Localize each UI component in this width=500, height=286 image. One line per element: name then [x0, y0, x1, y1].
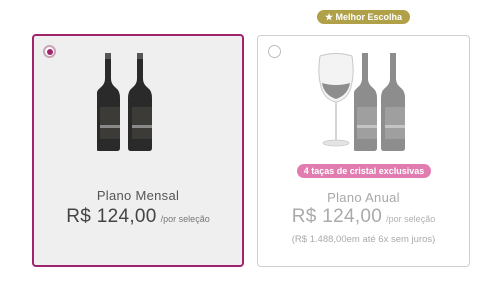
plan-card-monthly[interactable]: Plano Mensal R$ 124,00/por seleção — [32, 34, 244, 267]
plan-radio-annual[interactable] — [268, 45, 281, 58]
installments-text: (R$ 1.488,00em até 6x sem juros) — [291, 234, 436, 245]
plan-name: Plano Anual — [327, 190, 400, 205]
star-icon: ★ — [324, 12, 334, 22]
per-selection-label: /por seleção — [160, 214, 210, 224]
best-choice-label: Melhor Escolha — [335, 12, 403, 22]
best-choice-badge: ★ Melhor Escolha — [317, 10, 410, 24]
plan-card-annual[interactable]: 4 taças de cristal exclusivas Plano Anua… — [257, 35, 470, 267]
plan-price: R$ 124,00 — [291, 206, 383, 227]
wine-bottles-image — [97, 53, 152, 151]
plan-radio-monthly[interactable] — [43, 45, 56, 58]
gift-badge: 4 taças de cristal exclusivas — [297, 164, 431, 178]
per-selection-label: /por seleção — [386, 214, 436, 224]
plan-name: Plano Mensal — [96, 188, 180, 203]
crystal-glass-image — [318, 53, 354, 147]
plan-price: R$ 124,00 — [66, 206, 157, 227]
wine-bottles-image — [354, 53, 405, 151]
